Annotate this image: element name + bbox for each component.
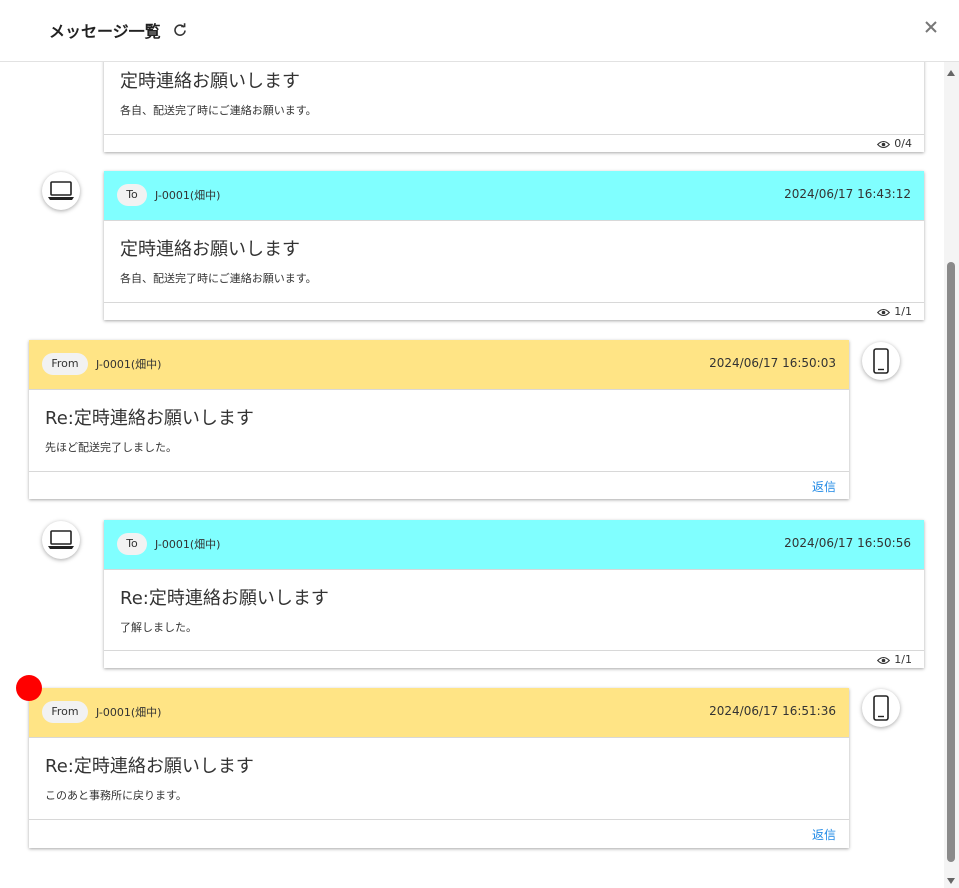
eye-icon (877, 308, 891, 316)
message-body: 各自、配送完了時にご連絡お願います。 (120, 272, 317, 285)
message-timestamp: 2024/06/17 16:43:12 (784, 187, 911, 201)
message-timestamp: 2024/06/17 16:50:56 (784, 536, 911, 550)
message-list[interactable]: 定時連絡お願いします 各自、配送完了時にご連絡お願います。 0/4 To J-0… (0, 62, 944, 888)
message-footer: 返信 (29, 471, 849, 499)
eye-icon (877, 656, 891, 664)
message-header: From J-0001(畑中) 2024/06/17 16:51:36 (29, 688, 849, 738)
message-body: 各自、配送完了時にご連絡お願います。 (120, 104, 317, 117)
message-body: 了解しました。 (120, 621, 197, 634)
message-timestamp: 2024/06/17 16:50:03 (709, 356, 836, 370)
sender-name: J-0001(畑中) (155, 189, 221, 202)
sender-name: J-0001(畑中) (96, 706, 162, 719)
direction-chip: From (42, 701, 88, 723)
direction-chip: From (42, 353, 88, 375)
vertical-scrollbar[interactable] (944, 62, 959, 888)
message-body: 先ほど配送完了しました。 (45, 441, 177, 454)
read-count: 0/4 (877, 137, 912, 150)
smartphone-icon (862, 689, 900, 727)
message-timestamp: 2024/06/17 16:51:36 (709, 704, 836, 718)
message-header: From J-0001(畑中) 2024/06/17 16:50:03 (29, 340, 849, 390)
direction-chip: To (117, 533, 147, 555)
message-card: To J-0001(畑中) 2024/06/17 16:43:12 定時連絡お願… (104, 171, 924, 320)
laptop-icon (42, 172, 80, 210)
message-subject: Re:定時連絡お願いします (120, 588, 329, 609)
laptop-icon (42, 521, 80, 559)
message-subject: Re:定時連絡お願いします (45, 408, 254, 429)
refresh-icon[interactable] (173, 22, 187, 36)
dialog-title: メッセージ一覧 (49, 22, 161, 41)
message-card: 定時連絡お願いします 各自、配送完了時にご連絡お願います。 0/4 (104, 62, 924, 152)
direction-chip: To (117, 184, 147, 206)
reply-link[interactable]: 返信 (812, 826, 836, 843)
read-count-text: 1/1 (894, 305, 912, 318)
read-count-text: 0/4 (894, 137, 912, 150)
message-subject: 定時連絡お願いします (120, 239, 300, 260)
message-subject: 定時連絡お願いします (120, 71, 300, 92)
sender-name: J-0001(畑中) (96, 358, 162, 371)
read-count: 1/1 (877, 653, 912, 666)
message-footer: 1/1 (104, 650, 924, 668)
scroll-down-arrow-icon[interactable] (947, 878, 955, 884)
message-card: From J-0001(畑中) 2024/06/17 16:50:03 Re:定… (29, 340, 849, 499)
message-header: To J-0001(畑中) 2024/06/17 16:43:12 (104, 171, 924, 221)
message-footer: 1/1 (104, 302, 924, 320)
message-subject: Re:定時連絡お願いします (45, 756, 254, 777)
message-card: From J-0001(畑中) 2024/06/17 16:51:36 Re:定… (29, 688, 849, 848)
read-count-text: 1/1 (894, 653, 912, 666)
message-card: To J-0001(畑中) 2024/06/17 16:50:56 Re:定時連… (104, 520, 924, 668)
reply-link[interactable]: 返信 (812, 478, 836, 495)
scroll-up-arrow-icon[interactable] (947, 70, 955, 76)
smartphone-icon (862, 342, 900, 380)
message-footer: 返信 (29, 819, 849, 848)
message-footer: 0/4 (104, 134, 924, 152)
read-count: 1/1 (877, 305, 912, 318)
unread-indicator (16, 675, 42, 701)
message-header: To J-0001(畑中) 2024/06/17 16:50:56 (104, 520, 924, 570)
eye-icon (877, 140, 891, 148)
sender-name: J-0001(畑中) (155, 538, 221, 551)
scroll-thumb[interactable] (947, 262, 955, 862)
message-body: このあと事務所に戻ります。 (45, 789, 187, 802)
dialog-header: メッセージ一覧 (0, 0, 959, 62)
close-icon[interactable] (922, 18, 940, 36)
